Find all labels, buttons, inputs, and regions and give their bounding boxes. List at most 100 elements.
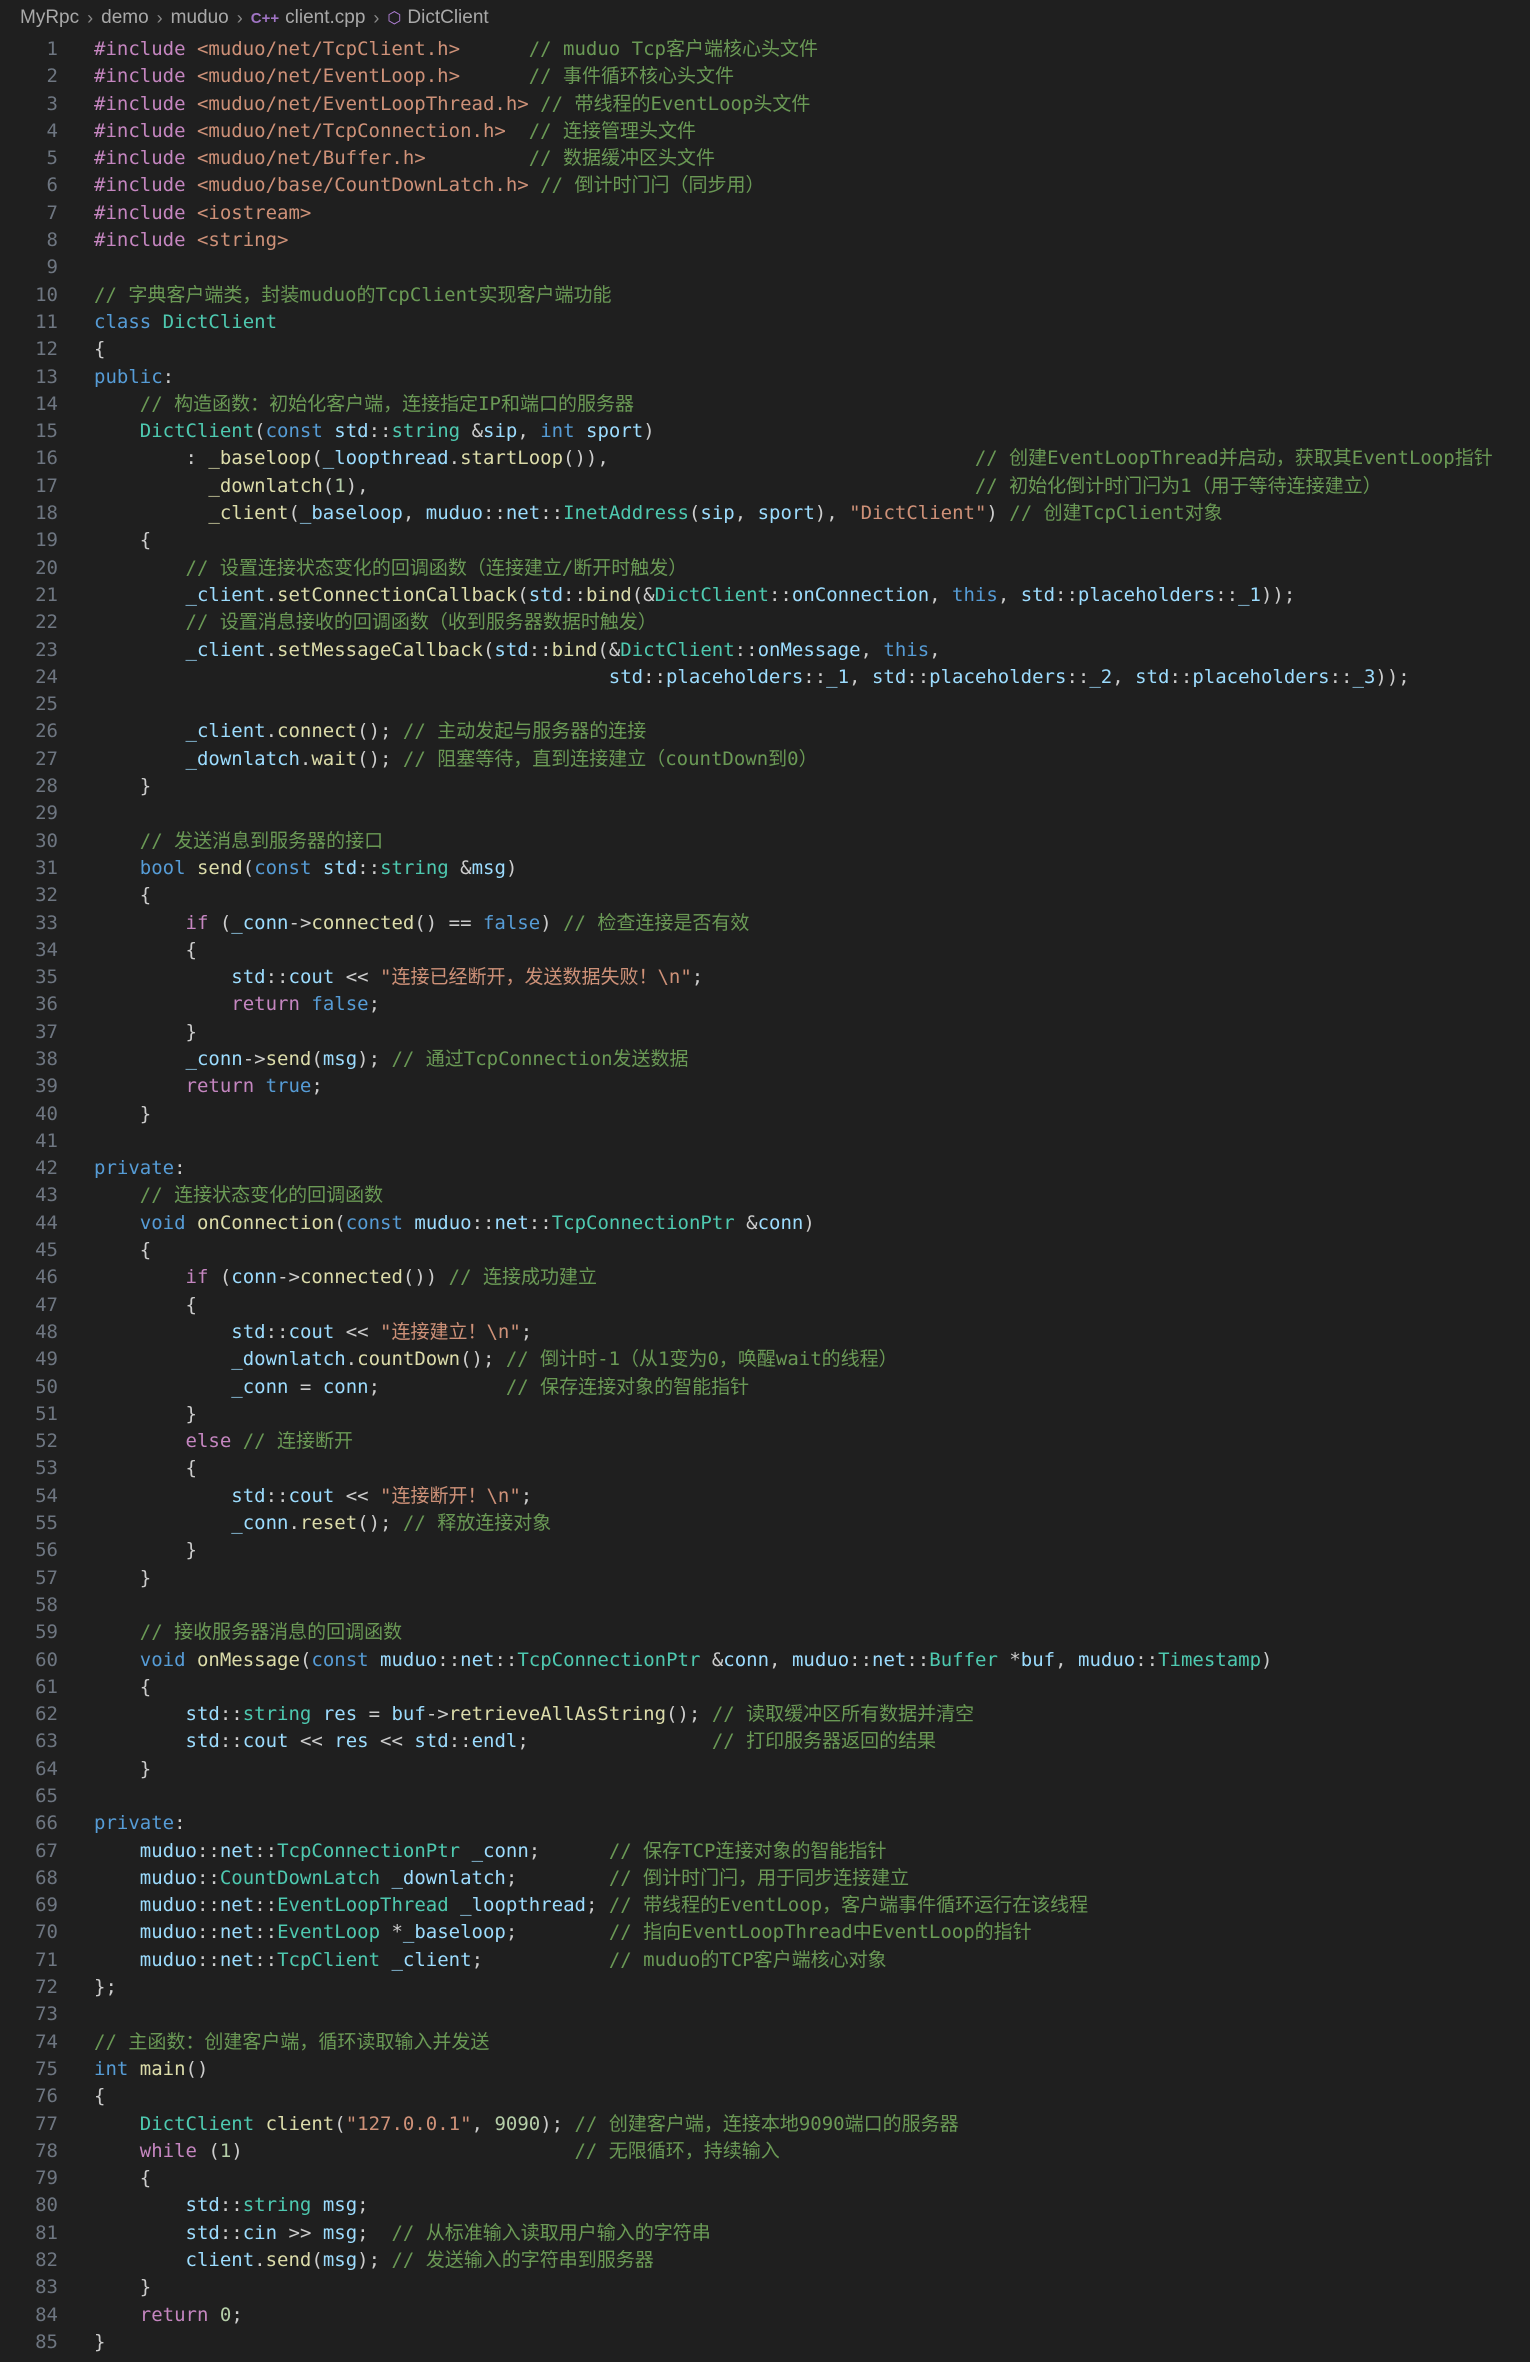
breadcrumb-item-file[interactable]: client.cpp [285,7,365,29]
code-text: } [94,1402,197,1425]
line-number: 19 [35,529,58,552]
code-line[interactable]: 47 { [0,1292,1530,1319]
code-line[interactable]: 6 #include <muduo/base/CountDownLatch.h> … [0,172,1530,199]
code-line[interactable]: 18 _client(_baseloop, muduo::net::InetAd… [0,500,1530,527]
code-line[interactable]: 67 muduo::net::TcpConnectionPtr _conn; /… [0,1838,1530,1865]
code-line[interactable]: 32 { [0,882,1530,909]
code-line[interactable]: 85} [0,2329,1530,2356]
code-line[interactable]: 30 // 发送消息到服务器的接口 [0,828,1530,855]
code-text: muduo::net::EventLoopThread _loopthread;… [139,1894,1089,1917]
code-line[interactable]: 56 } [0,1537,1530,1564]
code-line[interactable]: 70 muduo::net::EventLoop *_baseloop; // … [0,1919,1530,1946]
code-line[interactable]: 79 { [0,2165,1530,2192]
code-line[interactable]: 21 _client.setConnectionCallback(std::bi… [0,582,1530,609]
code-line[interactable]: 36 return false; [0,991,1530,1018]
code-line[interactable]: 26 _client.connect(); // 主动发起与服务器的连接 [0,718,1530,745]
code-line[interactable]: 37 } [0,1019,1530,1046]
code-line[interactable]: 65 [0,1783,1530,1810]
code-line[interactable]: 43 // 连接状态变化的回调函数 [0,1182,1530,1209]
code-line[interactable]: 25 [0,691,1530,718]
code-line[interactable]: 12 { [0,336,1530,363]
code-line[interactable]: 71 muduo::net::TcpClient _client; // mud… [0,1947,1530,1974]
code-line[interactable]: 4 #include <muduo/net/TcpConnection.h> //… [0,118,1530,145]
code-text: DictClient client("127.0.0.1", 9090); //… [139,2112,959,2135]
code-line[interactable]: 3 #include <muduo/net/EventLoopThread.h> … [0,91,1530,118]
code-line[interactable]: 49 _downlatch.countDown(); // 倒计时-1（从1变为… [0,1346,1530,1373]
code-line[interactable]: 23 _client.setMessageCallback(std::bind(… [0,637,1530,664]
line-number: 84 [35,2303,58,2326]
code-line[interactable]: 38 _conn->send(msg); // 通过TcpConnection发… [0,1046,1530,1073]
code-line[interactable]: 77 DictClient client("127.0.0.1", 9090);… [0,2111,1530,2138]
code-line[interactable]: 53 { [0,1455,1530,1482]
code-line[interactable]: 81 std::cin >> msg; // 从标准输入读取用户输入的字符串 [0,2220,1530,2247]
code-line[interactable]: 35 std::cout << "连接已经断开，发送数据失败！\n"; [0,964,1530,991]
line-number: 78 [35,2139,58,2162]
code-line[interactable]: 72}; [0,1974,1530,2001]
code-line[interactable]: 14 // 构造函数：初始化客户端，连接指定IP和端口的服务器 [0,391,1530,418]
code-line[interactable]: 27 _downlatch.wait(); // 阻塞等待，直到连接建立（cou… [0,746,1530,773]
code-line[interactable]: 1 #include <muduo/net/TcpClient.h> // mud… [0,36,1530,63]
breadcrumb-item-myrpc[interactable]: MyRpc [20,7,79,29]
code-line[interactable]: 82 client.send(msg); // 发送输入的字符串到服务器 [0,2247,1530,2274]
code-line[interactable]: 15 DictClient(const std::string &sip, in… [0,418,1530,445]
code-line[interactable]: 48 std::cout << "连接建立！\n"; [0,1319,1530,1346]
code-line[interactable]: 17 _downlatch(1), // 初始化倒计时门闩为1（用于等待连接建立… [0,473,1530,500]
code-line[interactable]: 69 muduo::net::EventLoopThread _loopthre… [0,1892,1530,1919]
code-line[interactable]: 60 void onMessage(const muduo::net::TcpC… [0,1647,1530,1674]
code-line[interactable]: 39 return true; [0,1073,1530,1100]
line-number: 11 [35,310,58,333]
code-line[interactable]: 76 { [0,2083,1530,2110]
code-line[interactable]: 29 [0,800,1530,827]
code-line[interactable]: 57 } [0,1565,1530,1592]
line-number: 50 [35,1375,58,1398]
code-line[interactable]: 40 } [0,1101,1530,1128]
code-line[interactable]: 74 // 主函数：创建客户端，循环读取输入并发送 [0,2029,1530,2056]
code-text: std::placeholders::_1, std::placeholders… [608,665,1410,688]
code-line[interactable]: 28 } [0,773,1530,800]
code-line[interactable]: 59 // 接收服务器消息的回调函数 [0,1619,1530,1646]
code-line[interactable]: 50 _conn = conn; // 保存连接对象的智能指针 [0,1374,1530,1401]
breadcrumb-item-symbol[interactable]: DictClient [407,7,488,29]
code-line[interactable]: 51 } [0,1401,1530,1428]
code-line[interactable]: 62 std::string res = buf->retrieveAllAsS… [0,1701,1530,1728]
code-line[interactable]: 64 } [0,1756,1530,1783]
code-line[interactable]: 7 #include <iostream> [0,200,1530,227]
code-line[interactable]: 78 while (1) // 无限循环，持续输入 [0,2138,1530,2165]
code-line[interactable]: 68 muduo::CountDownLatch _downlatch; // … [0,1865,1530,1892]
code-line[interactable]: 54 std::cout << "连接断开！\n"; [0,1483,1530,1510]
code-line[interactable]: 63 std::cout << res << std::endl; // 打印服… [0,1728,1530,1755]
code-line[interactable]: 33 if (_conn->connected() == false) // 检… [0,910,1530,937]
code-line[interactable]: 66 private: [0,1810,1530,1837]
breadcrumb-item-demo[interactable]: demo [101,7,149,29]
code-line[interactable]: 44 void onConnection(const muduo::net::T… [0,1210,1530,1237]
code-line[interactable]: 80 std::string msg; [0,2192,1530,2219]
code-line[interactable]: 2 #include <muduo/net/EventLoop.h> // 事件循… [0,63,1530,90]
code-line[interactable]: 84 return 0; [0,2302,1530,2329]
code-line[interactable]: 34 { [0,937,1530,964]
code-line[interactable]: 75 int main() [0,2056,1530,2083]
code-line[interactable]: 20 // 设置连接状态变化的回调函数（连接建立/断开时触发） [0,555,1530,582]
code-line[interactable]: 13 public: [0,364,1530,391]
code-editor[interactable]: 1 #include <muduo/net/TcpClient.h> // mud… [0,36,1530,2356]
code-line[interactable]: 41 [0,1128,1530,1155]
code-line[interactable]: 46 if (conn->connected()) // 连接成功建立 [0,1264,1530,1291]
code-line[interactable]: 83 } [0,2274,1530,2301]
code-line[interactable]: 19 { [0,527,1530,554]
code-line[interactable]: 11 class DictClient [0,309,1530,336]
code-line[interactable]: 24 std::placeholders::_1, std::placehold… [0,664,1530,691]
code-line[interactable]: 42 private: [0,1155,1530,1182]
code-line[interactable]: 55 _conn.reset(); // 释放连接对象 [0,1510,1530,1537]
code-line[interactable]: 58 [0,1592,1530,1619]
code-line[interactable]: 52 else // 连接断开 [0,1428,1530,1455]
code-line[interactable]: 10 // 字典客户端类，封装muduo的TcpClient实现客户端功能 [0,282,1530,309]
code-line[interactable]: 73 [0,2001,1530,2028]
code-line[interactable]: 9 [0,254,1530,281]
code-line[interactable]: 61 { [0,1674,1530,1701]
breadcrumb-item-muduo[interactable]: muduo [171,7,229,29]
code-line[interactable]: 8 #include <string> [0,227,1530,254]
code-line[interactable]: 22 // 设置消息接收的回调函数（收到服务器数据时触发） [0,609,1530,636]
code-line[interactable]: 5 #include <muduo/net/Buffer.h> // 数据缓冲区头… [0,145,1530,172]
code-line[interactable]: 31 bool send(const std::string &msg) [0,855,1530,882]
code-line[interactable]: 45 { [0,1237,1530,1264]
code-line[interactable]: 16 : _baseloop(_loopthread.startLoop()),… [0,445,1530,472]
